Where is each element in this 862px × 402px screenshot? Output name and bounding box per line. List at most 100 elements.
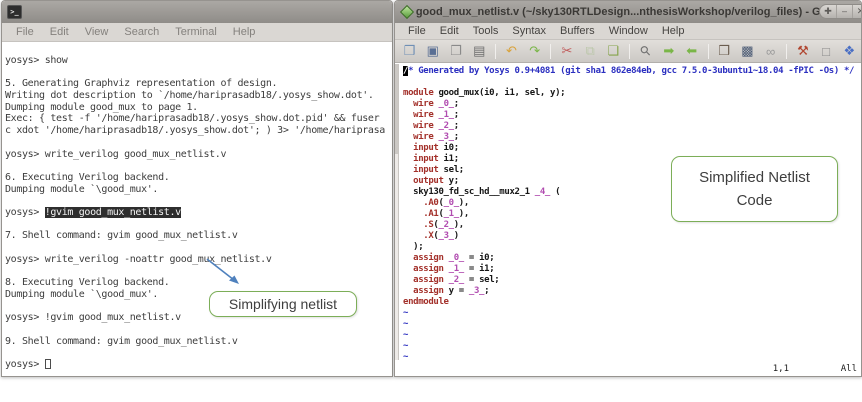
toolbar-separator	[707, 43, 709, 59]
text-segment: ;	[453, 99, 459, 109]
code-line: input i0;	[403, 143, 854, 154]
text-segment: wire	[413, 121, 434, 131]
text-segment: wire	[413, 99, 434, 109]
text-segment: i1;	[438, 154, 460, 164]
terminal-output[interactable]: yosys> show 5. Generating Graphviz repres…	[2, 42, 392, 371]
text-segment: assign	[413, 275, 444, 285]
text-segment: )	[453, 231, 459, 241]
window-minimize-button[interactable]: –	[836, 5, 852, 18]
term-line: 9. Shell command: gvim good_mux_netlist.…	[5, 336, 392, 348]
code-line: /* Generated by Yosys 0.9+4081 (git sha1…	[403, 66, 854, 77]
text-segment: _2_	[448, 275, 465, 285]
make-icon[interactable]: ⚒	[791, 41, 814, 61]
text-segment: Writing dot description to `/home/haripr…	[5, 90, 374, 102]
save-file-icon[interactable]: ▣	[421, 41, 444, 61]
text-segment	[403, 286, 413, 296]
undo-icon[interactable]: ↶	[500, 41, 523, 61]
callout-text-line1: Simplified Netlist	[699, 169, 810, 186]
text-segment: sky130_fd_sc_hd__mux2_1	[403, 187, 535, 197]
gvim-statusline: 1,1 All	[395, 361, 861, 376]
term-line: 8. Executing Verilog backend.	[5, 277, 392, 289]
term-line: 5. Generating Graphviz representation of…	[5, 78, 392, 90]
term-line	[5, 265, 392, 277]
menu-item-edit[interactable]: Edit	[42, 26, 77, 38]
gvim-titlebar[interactable]: good_mux_netlist.v (~/sky130RTLDesign...…	[395, 1, 861, 23]
text-segment: = i1;	[463, 264, 495, 274]
term-line	[5, 347, 392, 359]
menu-item-tools[interactable]: Tools	[466, 25, 506, 37]
term-line: yosys> write_verilog good_mux_netlist.v	[5, 149, 392, 161]
run-script-icon[interactable]: ∞	[759, 41, 782, 61]
term-line	[5, 160, 392, 172]
save-all-icon[interactable]: ❐	[444, 41, 467, 61]
text-segment: 5. Generating Graphviz representation of…	[5, 78, 278, 90]
text-segment: _3_	[438, 132, 455, 142]
text-segment: good_mux(i0, i1, sel, y);	[433, 88, 566, 98]
term-line: yosys> show	[5, 55, 392, 67]
text-segment: ~	[403, 308, 409, 318]
text-segment: 6. Executing Verilog backend.	[5, 171, 170, 183]
toolbar-separator	[786, 43, 788, 59]
text-segment: .X	[423, 231, 434, 241]
text-segment: y =	[443, 286, 469, 296]
menu-item-search[interactable]: Search	[116, 26, 167, 38]
term-line: c xdot '/home/hariprasadb18/.yosys_show.…	[5, 125, 392, 137]
text-segment: = i0;	[463, 253, 495, 263]
text-segment	[403, 220, 423, 230]
term-line	[5, 242, 392, 254]
save-session-icon[interactable]: ▩	[736, 41, 759, 61]
menu-item-syntax[interactable]: Syntax	[505, 25, 553, 37]
find-next-icon[interactable]: ➡	[657, 41, 680, 61]
window-restore-button[interactable]: ✚	[820, 5, 836, 18]
copy-icon[interactable]: ⧉	[579, 41, 602, 61]
text-segment: module	[403, 88, 434, 98]
load-session-icon[interactable]: ❒	[713, 41, 736, 61]
paste-icon[interactable]: ❏	[602, 41, 625, 61]
menu-item-edit[interactable]: Edit	[433, 25, 466, 37]
text-segment	[403, 264, 413, 274]
term-line	[5, 67, 392, 79]
menu-item-terminal[interactable]: Terminal	[167, 26, 225, 38]
menu-item-help[interactable]: Help	[655, 25, 692, 37]
code-line: wire _2_;	[403, 121, 854, 132]
gvim-window-title: good_mux_netlist.v (~/sky130RTLDesign...…	[415, 6, 841, 18]
print-icon[interactable]: ▤	[468, 41, 491, 61]
text-segment: ~	[403, 341, 409, 351]
term-line: 6. Executing Verilog backend.	[5, 172, 392, 184]
text-segment: _3_	[438, 231, 455, 241]
scrollbar-thumb[interactable]	[395, 64, 398, 154]
term-line: yosys>	[5, 358, 392, 371]
text-segment	[403, 165, 413, 175]
menu-item-help[interactable]: Help	[225, 26, 264, 38]
text-segment: _1_	[438, 110, 455, 120]
window-close-button[interactable]: ✕	[852, 5, 861, 18]
text-segment	[403, 231, 423, 241]
menu-item-file[interactable]: File	[8, 26, 42, 38]
text-segment	[403, 275, 413, 285]
menu-item-view[interactable]: View	[77, 26, 117, 38]
code-line: wire _0_;	[403, 99, 854, 110]
window-icon[interactable]: □	[815, 41, 838, 61]
terminal-titlebar[interactable]: >_	[2, 1, 392, 23]
text-segment: ;	[453, 110, 459, 120]
open-file-icon[interactable]: ❒	[398, 41, 421, 61]
vim-logo-icon	[399, 4, 415, 20]
menu-item-buffers[interactable]: Buffers	[553, 25, 602, 37]
code-line: assign y = _3_;	[403, 286, 854, 297]
term-line: 7. Shell command: gvim good_mux_netlist.…	[5, 230, 392, 242]
menu-item-file[interactable]: File	[401, 25, 433, 37]
tag-jump-icon[interactable]: ❖	[838, 41, 861, 61]
editor-scrollbar[interactable]	[395, 64, 399, 360]
code-line: assign _1_ = i1;	[403, 264, 854, 275]
code-line: .X(_3_)	[403, 231, 854, 242]
term-line: Writing dot description to `/home/haripr…	[5, 90, 392, 102]
gvim-toolbar: ❒ ▣ ❐ ▤ ↶ ↷ ✂ ⧉ ❏ ⚲ ➡ ➡ ❒ ▩ ∞ ⚒ □ ❖	[395, 40, 861, 63]
redo-icon[interactable]: ↷	[523, 41, 546, 61]
window-controls: ✚–✕	[819, 4, 861, 19]
text-segment: Dumping module good_mux to page 1.	[5, 101, 198, 113]
find-prev-icon[interactable]: ➡	[680, 41, 703, 61]
cut-icon[interactable]: ✂	[555, 41, 578, 61]
code-line: ~	[403, 308, 854, 319]
text-segment	[403, 209, 423, 219]
